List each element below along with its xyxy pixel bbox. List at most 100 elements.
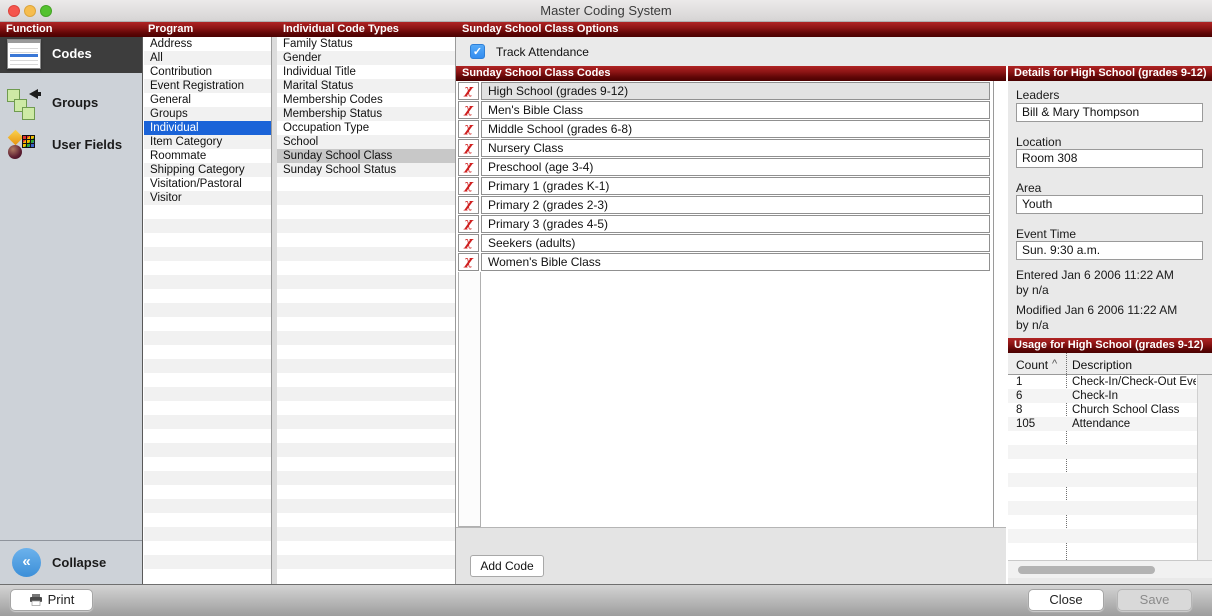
usage-vertical-scrollbar-track[interactable]: [1197, 375, 1212, 560]
code-row[interactable]: χPrimary 1 (grades K-1): [458, 177, 990, 195]
detail-field-label: Location: [1016, 135, 1061, 149]
sidebar-item-codes[interactable]: Codes: [0, 37, 142, 73]
empty-row: [1008, 501, 1212, 515]
code-type-item[interactable]: Individual Title: [277, 65, 455, 79]
detail-field-input[interactable]: Youth: [1016, 195, 1203, 214]
code-type-item[interactable]: Sunday School Class: [277, 149, 455, 163]
count-column-header[interactable]: Count: [1016, 358, 1048, 372]
close-button[interactable]: Close: [1028, 589, 1104, 611]
code-row[interactable]: χSeekers (adults): [458, 234, 990, 252]
empty-row: [277, 499, 455, 513]
delete-code-icon[interactable]: χ: [458, 253, 479, 271]
delete-code-icon[interactable]: χ: [458, 101, 479, 119]
code-name-field[interactable]: Primary 1 (grades K-1): [481, 177, 990, 195]
program-item[interactable]: Shipping Category: [144, 163, 271, 177]
code-row[interactable]: χPrimary 2 (grades 2-3): [458, 196, 990, 214]
program-header: Program: [148, 23, 193, 35]
code-name-field[interactable]: Preschool (age 3-4): [481, 158, 990, 176]
track-attendance-checkbox[interactable]: ✓: [470, 44, 485, 59]
empty-row: [1008, 529, 1212, 543]
program-item[interactable]: Item Category: [144, 135, 271, 149]
print-label: Print: [48, 592, 75, 607]
print-button[interactable]: Print: [10, 589, 93, 611]
empty-row: [1008, 543, 1212, 557]
usage-panel-header: Usage for High School (grades 9-12): [1008, 338, 1212, 353]
empty-row: [144, 429, 271, 443]
usage-row: 1Check-In/Check-Out Eve: [1008, 375, 1212, 389]
collapse-button[interactable]: « Collapse: [0, 540, 142, 584]
empty-row: [144, 261, 271, 275]
code-row[interactable]: χPrimary 3 (grades 4-5): [458, 215, 990, 233]
code-row[interactable]: χMen's Bible Class: [458, 101, 990, 119]
detail-field-input[interactable]: Sun. 9:30 a.m.: [1016, 241, 1203, 260]
empty-row: [144, 485, 271, 499]
code-name-field[interactable]: Primary 3 (grades 4-5): [481, 215, 990, 233]
empty-row: [144, 247, 271, 261]
delete-code-icon[interactable]: χ: [458, 139, 479, 157]
code-type-item[interactable]: Membership Codes: [277, 93, 455, 107]
program-item[interactable]: Event Registration: [144, 79, 271, 93]
save-button[interactable]: Save: [1117, 589, 1192, 611]
code-type-item[interactable]: Gender: [277, 51, 455, 65]
code-type-item[interactable]: Marital Status: [277, 79, 455, 93]
program-item[interactable]: Visitation/Pastoral: [144, 177, 271, 191]
sidebar-item-user-fields[interactable]: User Fields: [0, 125, 142, 167]
usage-horizontal-scrollbar[interactable]: [1008, 560, 1212, 578]
program-item[interactable]: General: [144, 93, 271, 107]
add-code-button[interactable]: Add Code: [470, 555, 544, 577]
code-name-field[interactable]: Nursery Class: [481, 139, 990, 157]
code-row[interactable]: χHigh School (grades 9-12): [458, 82, 990, 100]
code-type-item[interactable]: Sunday School Status: [277, 163, 455, 177]
empty-row: [277, 233, 455, 247]
program-item[interactable]: Roommate: [144, 149, 271, 163]
vertical-scrollbar-track[interactable]: [993, 81, 1006, 527]
class-codes-list: χHigh School (grades 9-12)χMen's Bible C…: [456, 81, 1006, 527]
usage-count-cell: 105: [1016, 417, 1035, 431]
code-name-field[interactable]: Men's Bible Class: [481, 101, 990, 119]
empty-row: [1008, 431, 1212, 445]
code-name-field[interactable]: Primary 2 (grades 2-3): [481, 196, 990, 214]
program-item[interactable]: Visitor: [144, 191, 271, 205]
options-strip: ✓ Track Attendance: [456, 37, 1212, 66]
delete-code-icon[interactable]: χ: [458, 120, 479, 138]
program-item[interactable]: Groups: [144, 107, 271, 121]
empty-row: [144, 289, 271, 303]
empty-row: [144, 373, 271, 387]
code-types-list: Family StatusGenderIndividual TitleMarit…: [277, 37, 456, 584]
delete-code-icon[interactable]: χ: [458, 215, 479, 233]
code-row[interactable]: χNursery Class: [458, 139, 990, 157]
detail-field-input[interactable]: Room 308: [1016, 149, 1203, 168]
code-name-field[interactable]: Middle School (grades 6-8): [481, 120, 990, 138]
program-item[interactable]: Address: [144, 37, 271, 51]
usage-row: 6Check-In: [1008, 389, 1212, 403]
code-type-item[interactable]: Occupation Type: [277, 121, 455, 135]
delete-code-icon[interactable]: χ: [458, 234, 479, 252]
code-row[interactable]: χWomen's Bible Class: [458, 253, 990, 271]
code-type-item[interactable]: Membership Status: [277, 107, 455, 121]
code-row[interactable]: χMiddle School (grades 6-8): [458, 120, 990, 138]
empty-row: [144, 471, 271, 485]
empty-row: [144, 275, 271, 289]
code-name-field[interactable]: Seekers (adults): [481, 234, 990, 252]
empty-row: [144, 415, 271, 429]
code-row[interactable]: χPreschool (age 3-4): [458, 158, 990, 176]
delete-icon-column: [458, 272, 481, 527]
sidebar-item-groups[interactable]: Groups: [0, 83, 142, 125]
program-item[interactable]: All: [144, 51, 271, 65]
delete-code-icon[interactable]: χ: [458, 158, 479, 176]
horizontal-scrollbar-thumb[interactable]: [1018, 566, 1155, 574]
code-type-item[interactable]: Family Status: [277, 37, 455, 51]
code-name-field[interactable]: High School (grades 9-12): [481, 82, 990, 100]
delete-code-icon[interactable]: χ: [458, 82, 479, 100]
program-item[interactable]: Individual: [144, 121, 271, 135]
groups-squares-icon: [7, 87, 43, 119]
delete-code-icon[interactable]: χ: [458, 177, 479, 195]
description-column-header[interactable]: Description: [1072, 358, 1132, 372]
program-item[interactable]: Contribution: [144, 65, 271, 79]
code-type-item[interactable]: School: [277, 135, 455, 149]
detail-field-input[interactable]: Bill & Mary Thompson: [1016, 103, 1203, 122]
delete-code-icon[interactable]: χ: [458, 196, 479, 214]
code-name-field[interactable]: Women's Bible Class: [481, 253, 990, 271]
empty-row: [277, 191, 455, 205]
chevrons-left-icon: «: [12, 548, 41, 577]
